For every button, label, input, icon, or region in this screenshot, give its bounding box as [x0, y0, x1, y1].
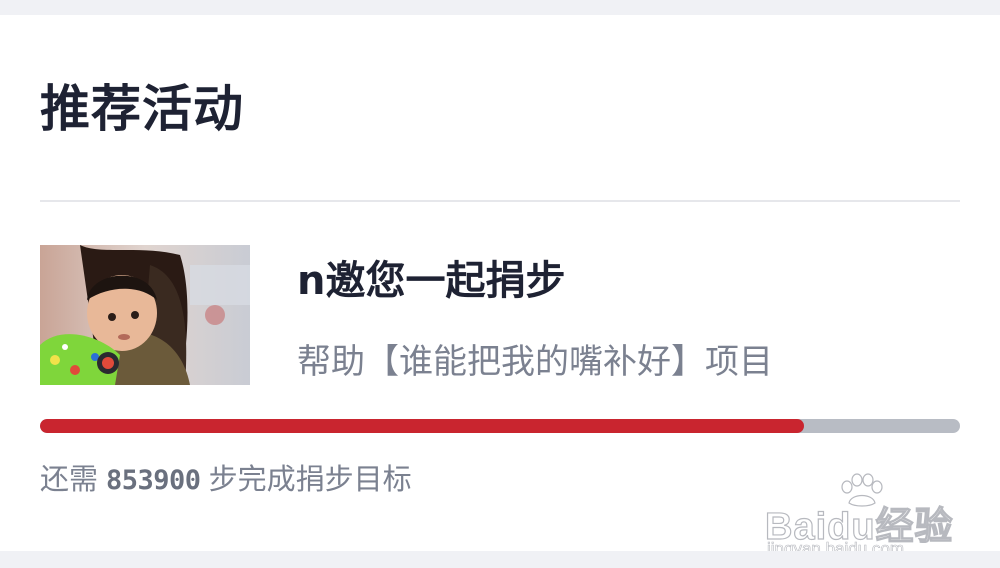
section-title: 推荐活动: [40, 80, 244, 138]
donation-progress-bar: [40, 419, 960, 433]
remaining-suffix: 步完成捐步目标: [208, 462, 412, 496]
child-photo-image: [40, 245, 250, 385]
activity-thumbnail[interactable]: [40, 245, 250, 385]
activity-item[interactable]: n邀您一起捐步 帮助【谁能把我的嘴补好】项目: [0, 245, 1000, 405]
activity-description: 帮助【谁能把我的嘴补好】项目: [297, 342, 773, 382]
divider: [40, 200, 960, 202]
recommended-activities-card: 推荐活动 n邀您一起捐步 帮助【谁能把我的嘴补好】项目 还需 853900 步完…: [0, 15, 1000, 558]
remaining-steps-count: 853900: [106, 465, 201, 496]
progress-fill: [40, 419, 804, 433]
bottom-strip: [0, 551, 1000, 568]
remaining-steps-text: 还需 853900 步完成捐步目标: [40, 459, 412, 501]
baidu-jingyan-watermark: Baidu经验 jingyan.baidu.com: [764, 473, 965, 563]
remaining-prefix: 还需: [40, 462, 99, 496]
activity-title[interactable]: n邀您一起捐步: [297, 255, 565, 307]
